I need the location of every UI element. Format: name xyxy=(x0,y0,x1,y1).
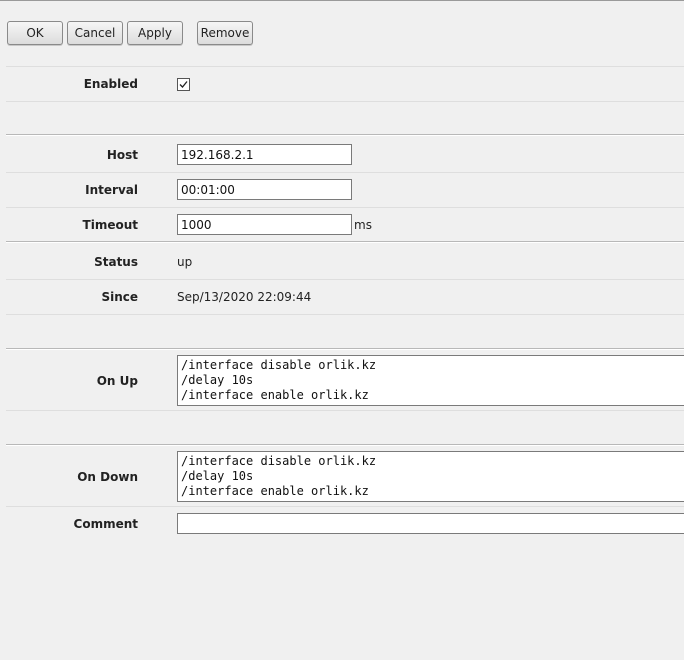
interval-input[interactable] xyxy=(177,179,352,200)
ok-button[interactable]: OK xyxy=(7,21,63,45)
on-down-script-textarea[interactable]: /interface disable orlik.kz /delay 10s /… xyxy=(177,451,684,502)
apply-button[interactable]: Apply xyxy=(127,21,183,45)
row-divider xyxy=(6,66,684,67)
status-label: Status xyxy=(94,255,138,269)
section-divider xyxy=(6,348,684,350)
enabled-label: Enabled xyxy=(83,77,138,91)
comment-label: Comment xyxy=(73,517,138,531)
timeout-input[interactable] xyxy=(177,214,352,235)
since-label: Since xyxy=(101,290,138,304)
row-divider xyxy=(6,101,684,102)
row-divider xyxy=(6,207,684,208)
host-input[interactable] xyxy=(177,144,352,165)
section-divider xyxy=(6,134,684,136)
row-divider xyxy=(6,172,684,173)
timeout-unit: ms xyxy=(354,218,372,232)
enabled-checkbox[interactable] xyxy=(177,78,190,91)
comment-input[interactable] xyxy=(177,513,684,534)
check-icon xyxy=(179,81,188,88)
on-down-label: On Down xyxy=(77,470,138,484)
on-up-script-textarea[interactable]: /interface disable orlik.kz /delay 10s /… xyxy=(177,355,684,406)
row-divider xyxy=(6,506,684,507)
interval-label: Interval xyxy=(85,183,138,197)
remove-button[interactable]: Remove xyxy=(197,21,253,45)
since-value: Sep/13/2020 22:09:44 xyxy=(177,290,312,304)
cancel-button[interactable]: Cancel xyxy=(67,21,123,45)
row-divider xyxy=(6,314,684,315)
section-divider xyxy=(6,444,684,446)
status-value: up xyxy=(177,255,193,269)
on-up-label: On Up xyxy=(96,374,138,388)
section-divider xyxy=(6,241,684,243)
row-divider xyxy=(6,410,684,411)
host-label: Host xyxy=(106,148,138,162)
row-divider xyxy=(6,279,684,280)
window-top-border xyxy=(0,0,684,1)
timeout-label: Timeout xyxy=(82,218,138,232)
